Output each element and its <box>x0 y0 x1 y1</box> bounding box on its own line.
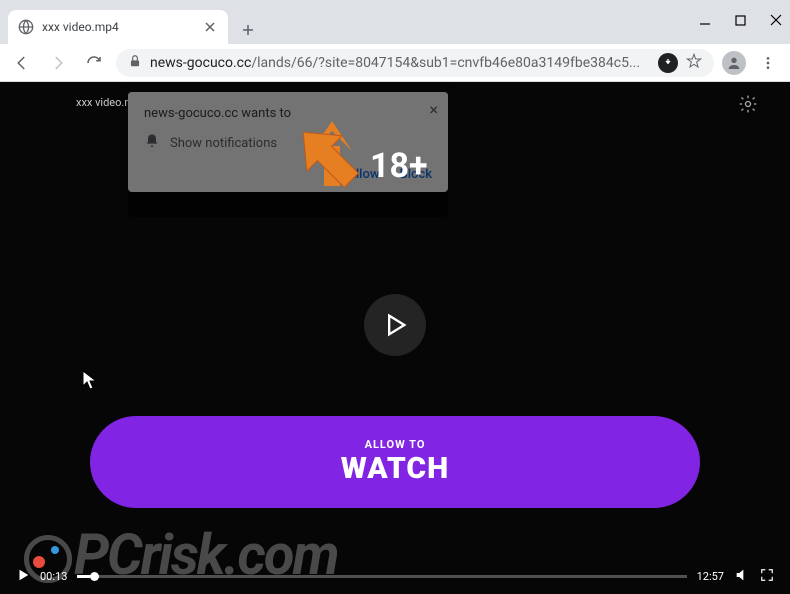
cursor-icon <box>82 370 98 390</box>
minimize-icon[interactable] <box>699 14 711 30</box>
globe-icon <box>18 19 34 35</box>
reload-button[interactable] <box>80 49 108 77</box>
notification-prompt-text: news-gocuco.cc wants to <box>144 106 432 121</box>
window-controls <box>699 14 782 30</box>
lock-icon <box>128 53 142 72</box>
bookmark-star-icon[interactable] <box>686 53 702 73</box>
cta-line1: ALLOW TO <box>365 438 426 451</box>
fullscreen-icon[interactable] <box>760 568 774 585</box>
kebab-menu-icon[interactable] <box>754 49 782 77</box>
play-small-icon[interactable] <box>16 568 30 585</box>
bell-icon <box>144 133 160 153</box>
volume-icon[interactable] <box>734 567 750 586</box>
play-button[interactable] <box>364 294 426 356</box>
profile-avatar-icon[interactable] <box>722 51 746 75</box>
new-tab-button[interactable] <box>234 16 262 44</box>
maximize-icon[interactable] <box>735 14 746 30</box>
forward-button[interactable] <box>44 49 72 77</box>
progress-bar[interactable] <box>77 575 686 578</box>
allow-to-watch-button[interactable]: ALLOW TO WATCH <box>90 416 700 508</box>
url-text: news-gocuco.cc/lands/66/?site=8047154&su… <box>150 55 650 71</box>
address-bar[interactable]: news-gocuco.cc/lands/66/?site=8047154&su… <box>116 49 714 77</box>
video-controls: 00:13 12:57 <box>0 558 790 594</box>
close-icon[interactable]: × <box>429 100 438 119</box>
browser-toolbar: news-gocuco.cc/lands/66/?site=8047154&su… <box>0 44 790 82</box>
notification-body-text: Show notifications <box>170 136 277 151</box>
close-icon[interactable] <box>202 19 218 35</box>
update-badge-icon[interactable] <box>658 53 678 73</box>
elapsed-time: 00:13 <box>40 570 67 583</box>
page-content: xxx video.mp4 × news-gocuco.cc wants to … <box>0 82 790 594</box>
back-button[interactable] <box>8 49 36 77</box>
browser-tab[interactable]: xxx video.mp4 <box>8 10 228 44</box>
cta-line2: WATCH <box>341 451 449 486</box>
gear-icon[interactable] <box>738 94 758 118</box>
tab-strip: xxx video.mp4 <box>0 8 790 44</box>
total-time: 12:57 <box>697 570 724 583</box>
age-badge: 18+ <box>370 146 428 186</box>
tab-title: xxx video.mp4 <box>42 20 194 34</box>
close-window-icon[interactable] <box>770 14 782 30</box>
